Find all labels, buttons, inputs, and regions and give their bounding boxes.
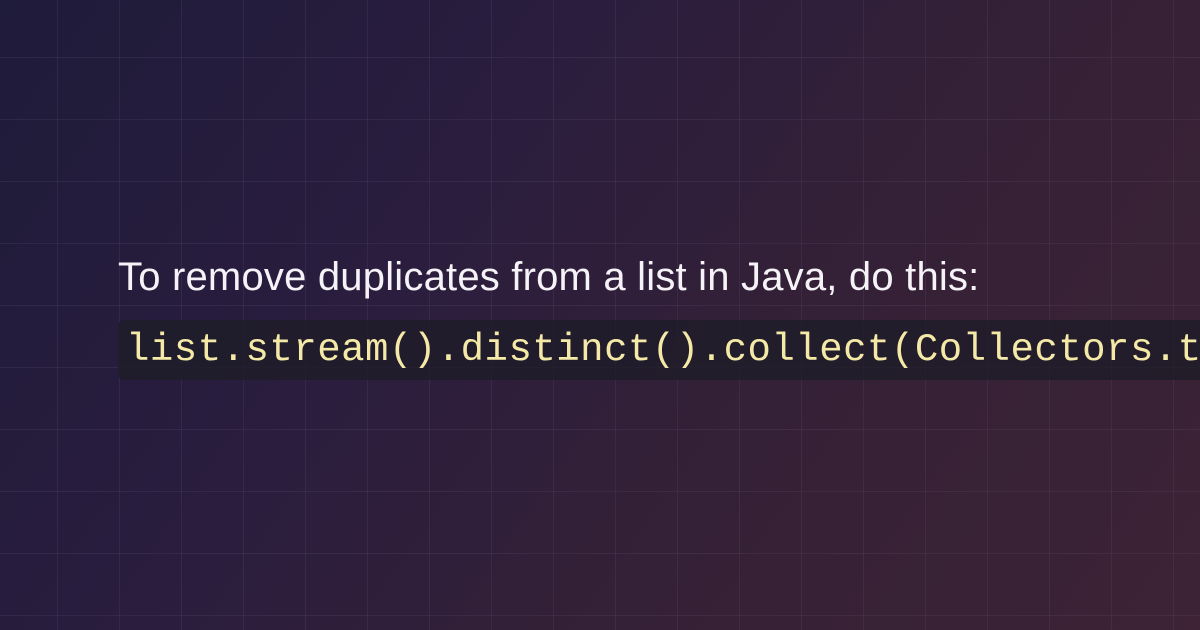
code-snippet: list.stream().distinct().collect(Collect…: [118, 320, 1200, 380]
heading-text: To remove duplicates from a list in Java…: [118, 255, 1200, 300]
content-block: To remove duplicates from a list in Java…: [118, 255, 1200, 380]
